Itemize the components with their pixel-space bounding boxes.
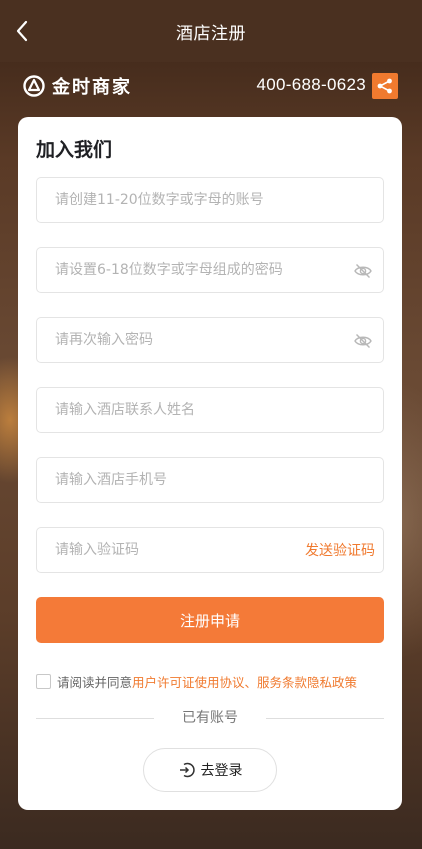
account-input[interactable]: [37, 178, 383, 222]
top-navigation-bar: 酒店注册: [0, 0, 422, 62]
login-icon: [179, 762, 195, 778]
phone-input[interactable]: [37, 458, 383, 502]
send-code-button[interactable]: 发送验证码: [305, 528, 375, 574]
brand-row: 金时商家 400-688-0623: [0, 62, 422, 112]
hotline-number[interactable]: 400-688-0623: [257, 75, 366, 95]
agreement-checkbox[interactable]: [36, 673, 51, 689]
registration-card: 加入我们 发送验证码 注册申请 请阅读并同意 用户许可证使用协议、服务条款隐私政…: [18, 117, 402, 810]
password-input[interactable]: [37, 248, 383, 292]
password-field: [36, 247, 384, 293]
agreement-row: 请阅读并同意 用户许可证使用协议、服务条款隐私政策: [36, 671, 396, 691]
go-login-button[interactable]: 去登录: [143, 748, 277, 792]
contact-name-input[interactable]: [37, 388, 383, 432]
brand-name: 金时商家: [52, 77, 132, 98]
back-button[interactable]: [8, 14, 36, 48]
agreement-prefix: 请阅读并同意: [57, 674, 133, 690]
share-button[interactable]: [372, 73, 398, 99]
agreement-link[interactable]: 用户许可证使用协议、服务条款隐私政策: [132, 672, 357, 691]
go-login-label: 去登录: [200, 763, 243, 779]
divider-line-right: [266, 718, 384, 719]
contact-name-field: [36, 387, 384, 433]
phone-field: [36, 457, 384, 503]
account-field: [36, 177, 384, 223]
login-divider: 已有账号: [36, 708, 384, 728]
page-title: 酒店注册: [176, 23, 246, 44]
confirm-password-input[interactable]: [37, 318, 383, 362]
eye-off-icon[interactable]: [353, 331, 373, 351]
brand-logo: 金时商家: [22, 73, 132, 99]
chevron-left-icon: [16, 20, 28, 42]
brand-logo-icon: [23, 75, 45, 97]
verification-code-field: 发送验证码: [36, 527, 384, 573]
eye-off-icon[interactable]: [353, 261, 373, 281]
register-submit-button[interactable]: 注册申请: [36, 597, 384, 643]
confirm-password-field: [36, 317, 384, 363]
share-icon: [377, 78, 392, 94]
form-title: 加入我们: [36, 139, 113, 161]
